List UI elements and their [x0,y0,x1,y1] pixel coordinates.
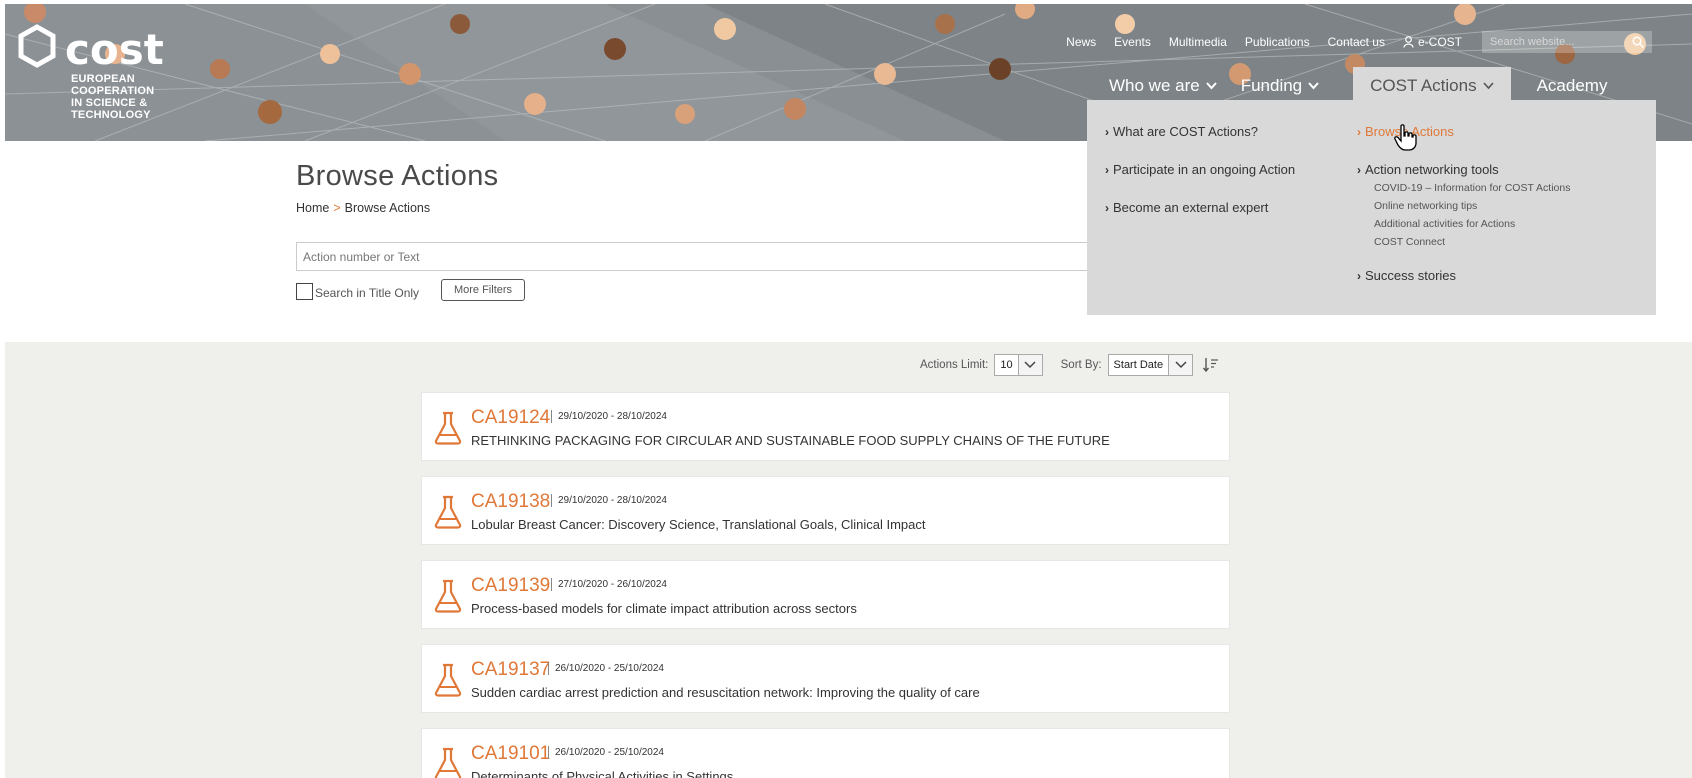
cost-hexagon-logo-icon: cost [18,24,164,72]
action-search-input[interactable] [296,242,1096,271]
actions-limit-select[interactable]: 10 [994,354,1043,376]
site-search-input[interactable] [1490,36,1620,48]
menu-label: Become an external expert [1113,200,1269,215]
menu-browse-actions[interactable]: › Browse Actions [1357,124,1570,139]
breadcrumb-separator: > [333,201,341,215]
menu-what-are-cost-actions[interactable]: › What are COST Actions? [1105,124,1295,139]
nav-academy[interactable]: Academy [1525,67,1620,104]
action-code[interactable]: CA19138 [471,491,550,513]
sort-by-select[interactable]: Start Date [1107,354,1194,376]
action-title[interactable]: RETHINKING PACKAGING FOR CIRCULAR AND SU… [471,433,1110,448]
action-card[interactable]: CA19138 29/10/2020 - 28/10/2024 Lobular Br… [421,476,1230,545]
cost-wordmark: cost [65,25,164,72]
action-code[interactable]: CA19124 [471,407,550,429]
action-title[interactable]: Sudden cardiac arrest prediction and res… [471,685,980,700]
menu-label: Success stories [1365,268,1457,283]
sort-by-value: Start Date [1113,359,1164,371]
cost-actions-dropdown: › What are COST Actions? › Participate in … [1087,100,1656,315]
title-only-checkbox[interactable] [296,283,313,300]
site-search [1482,31,1652,53]
submenu-cost-connect[interactable]: COST Connect [1374,233,1570,251]
action-dates: 27/10/2020 - 26/10/2024 [551,578,667,591]
page-title: Browse Actions [296,160,499,192]
chevron-down-icon [1482,81,1494,89]
dropdown-left-column: › What are COST Actions? › Participate in … [1105,124,1295,238]
menu-label: Action networking tools [1365,162,1499,177]
submenu-covid[interactable]: COVID-19 – Information for COST Actions [1374,179,1570,197]
results-controls: Actions Limit: 10 Sort By: Start Date [920,354,1219,376]
chevron-right-icon: › [1105,200,1109,215]
menu-networking-tools[interactable]: › Action networking tools [1357,162,1570,177]
more-filters-button[interactable]: More Filters [441,279,525,301]
chevron-right-icon: › [1105,124,1109,139]
breadcrumb-home[interactable]: Home [296,201,329,215]
nav-funding-label: Funding [1240,75,1303,95]
top-nav-news[interactable]: News [1066,35,1096,49]
nav-cost-actions-label: COST Actions [1370,75,1477,95]
title-only-label: Search in Title Only [315,286,420,300]
top-nav: News Events Multimedia Publications Cont… [1048,31,1652,53]
actions-limit-label: Actions Limit: [920,359,989,371]
menu-external-expert[interactable]: › Become an external expert [1105,200,1295,215]
flask-icon [434,411,462,445]
action-title[interactable]: Process-based models for climate impact … [471,601,857,616]
chevron-down-icon [1205,81,1217,89]
chevron-down-icon [1024,361,1036,369]
ecost-label: e-COST [1417,35,1462,49]
action-card[interactable]: CA19124 29/10/2020 - 28/10/2024 RETHINKING… [421,392,1230,461]
action-dates: 26/10/2020 - 25/10/2024 [548,662,664,675]
chevron-down-icon [1308,81,1319,89]
menu-participate[interactable]: › Participate in an ongoing Action [1105,162,1295,177]
logo-tagline: EUROPEAN COOPERATION IN SCIENCE & TECHNO… [71,73,155,121]
cost-logo[interactable]: cost EUROPEAN COOPERATION IN SCIENCE & T… [15,24,215,121]
flask-icon [434,747,462,778]
breadcrumb-current: Browse Actions [344,201,431,215]
action-dates: 26/10/2020 - 25/10/2024 [548,746,664,759]
nav-cost-actions[interactable]: COST Actions [1353,67,1511,104]
top-nav-multimedia[interactable]: Multimedia [1169,35,1227,49]
search-icon[interactable] [1632,36,1644,48]
actions-limit-value: 10 [1000,359,1013,371]
action-title[interactable]: Lobular Breast Cancer: Discovery Science… [471,517,925,532]
chevron-right-icon: › [1357,268,1361,283]
action-title[interactable]: Determinants of Physical Activities in S… [471,769,733,778]
nav-funding[interactable]: Funding [1229,67,1331,104]
page: cost EUROPEAN COOPERATION IN SCIENCE & T… [0,0,1692,778]
flask-icon [434,495,462,529]
flask-icon [434,579,462,613]
submenu-networking-tips[interactable]: Online networking tips [1374,197,1570,215]
top-nav-publications[interactable]: Publications [1245,35,1310,49]
sort-by-label: Sort By: [1060,359,1102,371]
action-card[interactable]: CA19137 26/10/2020 - 25/10/2024 Sudden car… [421,644,1230,713]
action-code[interactable]: CA19139 [471,575,550,597]
action-dates: 29/10/2020 - 28/10/2024 [551,494,667,507]
chevron-down-icon [1175,361,1187,369]
action-code[interactable]: CA19101 [471,743,550,765]
action-card[interactable]: CA19101 26/10/2020 - 25/10/2024 Determinan… [421,728,1230,778]
chevron-right-icon: › [1357,162,1361,177]
title-only-option: Search in Title Only [296,283,419,300]
hand-cursor-icon [1394,124,1417,151]
flask-icon [434,663,462,697]
menu-label: What are COST Actions? [1113,124,1258,139]
action-dates: 29/10/2020 - 28/10/2024 [551,410,667,423]
menu-label: Participate in an ongoing Action [1113,162,1296,177]
nav-academy-label: Academy [1536,75,1608,95]
main-nav: Who we are Funding COST Actions Academy [1097,67,1619,104]
top-nav-events[interactable]: Events [1114,35,1151,49]
sort-direction-icon[interactable] [1203,357,1219,373]
chevron-right-icon: › [1105,162,1109,177]
user-icon [1403,36,1414,48]
action-card[interactable]: CA19139 27/10/2020 - 26/10/2024 Process-ba… [421,560,1230,629]
menu-success-stories[interactable]: › Success stories [1357,268,1570,283]
top-nav-contact[interactable]: Contact us [1328,35,1385,49]
nav-who-we-are[interactable]: Who we are [1097,67,1229,104]
nav-who-we-are-label: Who we are [1109,75,1200,95]
action-code[interactable]: CA19137 [471,659,550,681]
submenu-additional-activities[interactable]: Additional activities for Actions [1374,215,1570,233]
top-nav-ecost[interactable]: e-COST [1403,35,1462,49]
dropdown-right-column: › Browse Actions › Action networking tools… [1357,124,1570,306]
chevron-right-icon: › [1357,124,1361,139]
breadcrumb: Home > Browse Actions [296,201,430,215]
